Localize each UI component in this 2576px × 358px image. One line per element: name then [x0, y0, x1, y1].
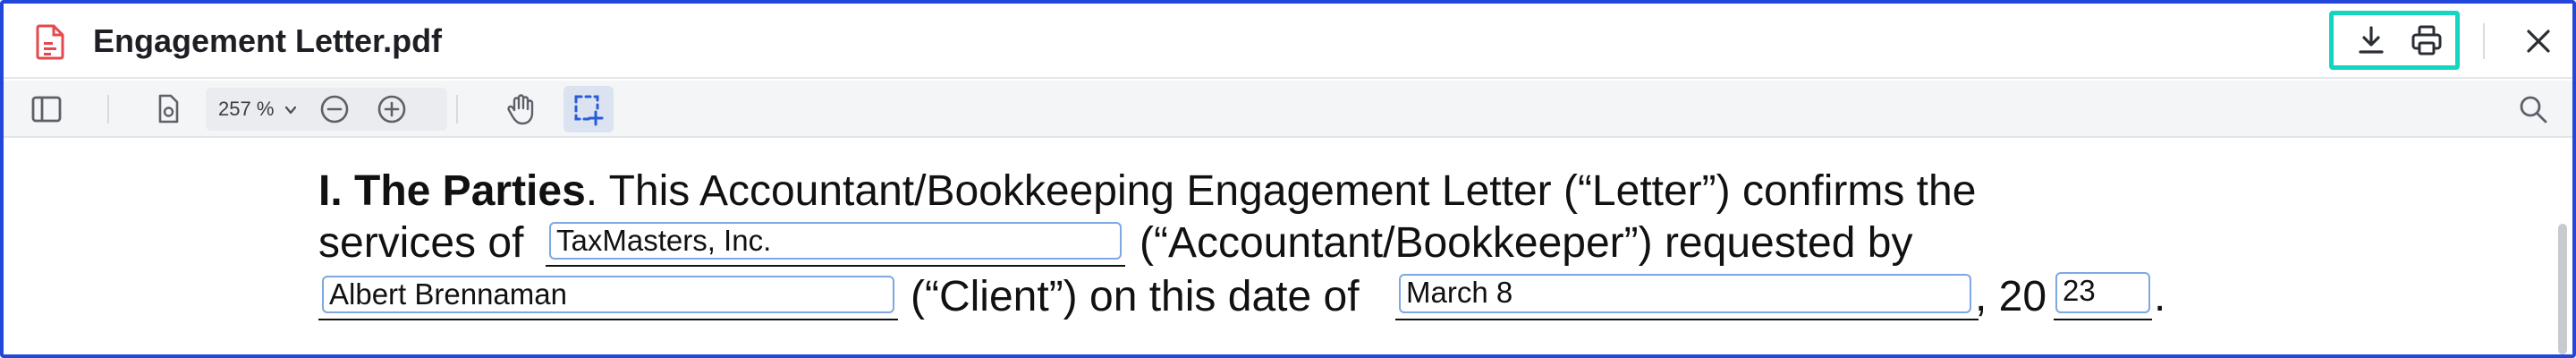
year-field[interactable]: 23	[2055, 272, 2150, 313]
sidebar-toggle-button[interactable]	[27, 90, 66, 129]
accountant-blank-line	[546, 265, 1125, 267]
date-blank-line	[1395, 319, 1979, 320]
title-bar: Engagement Letter.pdf	[4, 4, 2572, 79]
client-name-field[interactable]: Albert Brennaman	[322, 276, 894, 313]
toolbar-divider-2	[456, 95, 458, 124]
zoom-level[interactable]: 257 %	[218, 97, 274, 122]
line-2-end-text: (“Accountant/Bookkeeper”) requested by	[1140, 219, 1913, 267]
close-button[interactable]	[2519, 21, 2558, 61]
print-button[interactable]	[2407, 21, 2446, 60]
zoom-out-icon	[320, 95, 349, 124]
paragraph-line-1: I. The Parties. This Accountant/Bookkeep…	[318, 166, 1976, 217]
sidebar-toggle-icon	[31, 96, 62, 123]
zoom-in-icon	[377, 95, 406, 124]
year-prefix: , 20	[1975, 272, 2046, 322]
search-icon	[2520, 96, 2547, 124]
line-1-text: . This Accountant/Bookkeeping Engagement…	[585, 167, 1977, 215]
search-button[interactable]	[2513, 90, 2553, 129]
line-2-start-text: services of	[318, 219, 524, 267]
zoom-in-button[interactable]	[372, 90, 411, 129]
paragraph-line-2-start: services of	[318, 218, 523, 268]
paragraph-line-3-mid: (“Client”) on this date of	[911, 272, 1360, 322]
zoom-out-button[interactable]	[315, 90, 354, 129]
pdf-file-icon	[36, 24, 64, 60]
page-settings-icon	[158, 94, 179, 124]
client-blank-line	[318, 319, 898, 320]
toolbar: 257 %	[4, 81, 2572, 138]
toolbar-divider-1	[107, 95, 109, 124]
highlighted-actions	[2329, 11, 2460, 70]
zoom-level-text: 257 %	[218, 98, 275, 120]
paragraph-line-2-end: (“Accountant/Bookkeeper”) requested by	[1140, 218, 1912, 268]
line-3-period: .	[2154, 272, 2165, 322]
select-tool-button[interactable]	[564, 86, 614, 132]
date-field[interactable]: March 8	[1399, 274, 1971, 313]
zoom-control: 257 %	[206, 88, 447, 131]
accountant-name-field[interactable]: TaxMasters, Inc.	[549, 222, 1122, 260]
print-icon	[2411, 25, 2442, 55]
chevron-down-icon[interactable]	[283, 102, 299, 118]
period-text: .	[2154, 273, 2166, 320]
close-icon	[2527, 30, 2550, 53]
line-3-mid-text: (“Client”) on this date of	[911, 273, 1360, 320]
year-blank-line	[2054, 319, 2152, 320]
document-page: I. The Parties. This Accountant/Bookkeep…	[4, 140, 2572, 354]
download-icon	[2359, 26, 2384, 54]
download-button[interactable]	[2351, 21, 2391, 60]
title-divider	[2483, 23, 2485, 59]
hand-tool-button[interactable]	[501, 90, 540, 129]
section-heading: I. The Parties	[318, 167, 586, 215]
vertical-scrollbar[interactable]	[2558, 224, 2567, 354]
page-settings-button[interactable]	[148, 90, 188, 129]
select-tool-icon	[574, 95, 604, 126]
document-title: Engagement Letter.pdf	[93, 22, 443, 59]
year-prefix-text: , 20	[1975, 273, 2047, 320]
window-frame: Engagement Letter.pdf 257 % I. The Parti…	[0, 0, 2576, 358]
hand-tool-icon	[507, 94, 534, 125]
